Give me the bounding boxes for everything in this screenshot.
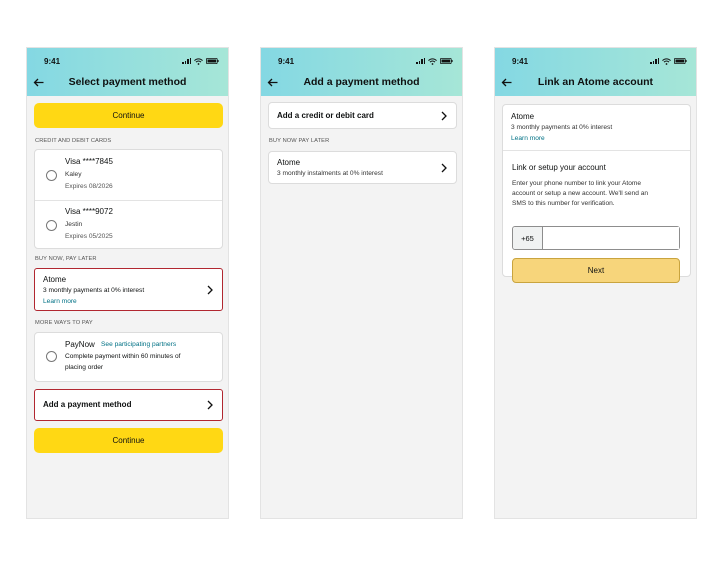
- card-2-radio[interactable]: [46, 220, 57, 231]
- atome-subtitle: 3 monthly payments at 0% interest: [511, 124, 613, 131]
- status-time: 9:41: [44, 56, 61, 66]
- screen-header: 9:41 Link an Atome account: [495, 48, 696, 96]
- atome-learn-more-link[interactable]: Learn more: [43, 298, 77, 305]
- chevron-right-icon: [207, 285, 213, 295]
- link-desc-line1: Enter your phone number to link your Ato…: [512, 180, 642, 187]
- screen-header: 9:41 Add a payment method: [261, 48, 462, 96]
- next-button[interactable]: Next: [512, 258, 680, 283]
- signal-icon: [650, 58, 659, 64]
- paynow-option[interactable]: PayNow See participating partners Comple…: [34, 332, 223, 382]
- card-2-expiry: Expires 05/2025: [65, 233, 113, 240]
- battery-icon: [440, 58, 453, 64]
- card-2-name: Jestin: [65, 221, 83, 228]
- link-account-card: Atome 3 monthly payments at 0% interest …: [502, 104, 691, 283]
- chevron-right-icon: [441, 163, 447, 173]
- phone-number-field: +65: [512, 226, 680, 250]
- bnpl-section-label: BUY NOW, PAY LATER: [35, 256, 97, 262]
- select-payment-screen: 9:41 Select payment method Continue CRED…: [26, 47, 229, 519]
- add-payment-method-button[interactable]: Add a payment method: [34, 389, 223, 421]
- link-desc-line3: SMS to this number for verification.: [512, 200, 615, 207]
- wifi-icon: [662, 57, 671, 65]
- country-code[interactable]: +65: [513, 227, 543, 249]
- back-arrow-icon[interactable]: [27, 78, 49, 87]
- back-arrow-icon[interactable]: [261, 78, 283, 87]
- bnpl-section-label: BUY NOW PAY LATER: [269, 138, 330, 144]
- atome-option[interactable]: Atome 3 monthly instalments at 0% intere…: [268, 151, 457, 184]
- card-1-name: Kaley: [65, 171, 82, 178]
- atome-subtitle: 3 monthly payments at 0% interest: [43, 287, 145, 294]
- card-1-expiry: Expires 08/2026: [65, 183, 113, 190]
- paynow-partners-link[interactable]: See participating partners: [101, 341, 176, 348]
- status-time: 9:41: [278, 56, 295, 66]
- card-option-1[interactable]: Visa ****7845 Kaley Expires 08/2026: [35, 150, 222, 200]
- atome-title: Atome: [511, 112, 535, 121]
- status-bar: 9:41: [512, 56, 687, 66]
- paynow-title: PayNow: [65, 340, 95, 349]
- link-atome-screen: 9:41 Link an Atome account Atome 3 month…: [494, 47, 697, 519]
- card-1-radio[interactable]: [46, 170, 57, 181]
- add-payment-method-label: Add a payment method: [43, 400, 132, 409]
- back-arrow-icon[interactable]: [495, 78, 517, 87]
- paynow-radio[interactable]: [46, 351, 57, 362]
- status-bar: 9:41: [278, 56, 453, 66]
- signal-icon: [182, 58, 191, 64]
- card-1-label: Visa ****7845: [65, 157, 113, 166]
- battery-icon: [206, 58, 219, 64]
- card-list: Visa ****7845 Kaley Expires 08/2026 Visa…: [34, 149, 223, 249]
- paynow-desc-line1: Complete payment within 60 minutes of: [65, 353, 181, 360]
- status-bar: 9:41: [44, 56, 219, 66]
- wifi-icon: [194, 57, 203, 65]
- page-title: Link an Atome account: [537, 76, 654, 88]
- card-2-label: Visa ****9072: [65, 207, 113, 216]
- paynow-desc-line2: placing order: [65, 364, 104, 371]
- link-heading: Link or setup your account: [512, 163, 606, 172]
- page-title: Add a payment method: [303, 76, 420, 88]
- status-time: 9:41: [512, 56, 529, 66]
- continue-button-bottom[interactable]: Continue: [34, 428, 223, 453]
- atome-learn-more-link[interactable]: Learn more: [511, 135, 545, 142]
- chevron-right-icon: [207, 400, 213, 410]
- atome-title: Atome: [277, 158, 301, 167]
- more-ways-section-label: MORE WAYS TO PAY: [35, 320, 93, 326]
- atome-title: Atome: [43, 275, 67, 284]
- credit-section-label: CREDIT AND DEBIT CARDS: [35, 138, 112, 144]
- signal-icon: [416, 58, 425, 64]
- add-payment-screen: 9:41 Add a payment method Add a credit o…: [260, 47, 463, 519]
- phone-number-input[interactable]: [543, 227, 679, 249]
- add-card-label: Add a credit or debit card: [277, 111, 374, 120]
- chevron-right-icon: [441, 111, 447, 121]
- card-option-2[interactable]: Visa ****9072 Jestin Expires 05/2025: [35, 201, 222, 250]
- card-divider: [503, 150, 690, 151]
- atome-option[interactable]: Atome 3 monthly payments at 0% interest …: [34, 268, 223, 311]
- page-title: Select payment method: [68, 76, 187, 88]
- wifi-icon: [428, 57, 437, 65]
- battery-icon: [674, 58, 687, 64]
- add-card-button[interactable]: Add a credit or debit card: [268, 102, 457, 129]
- screen-header: 9:41 Select payment method: [27, 48, 228, 96]
- link-desc-line2: account or setup a new account. We'll se…: [512, 190, 649, 197]
- continue-button-top[interactable]: Continue: [34, 103, 223, 128]
- atome-subtitle: 3 monthly instalments at 0% interest: [277, 170, 383, 177]
